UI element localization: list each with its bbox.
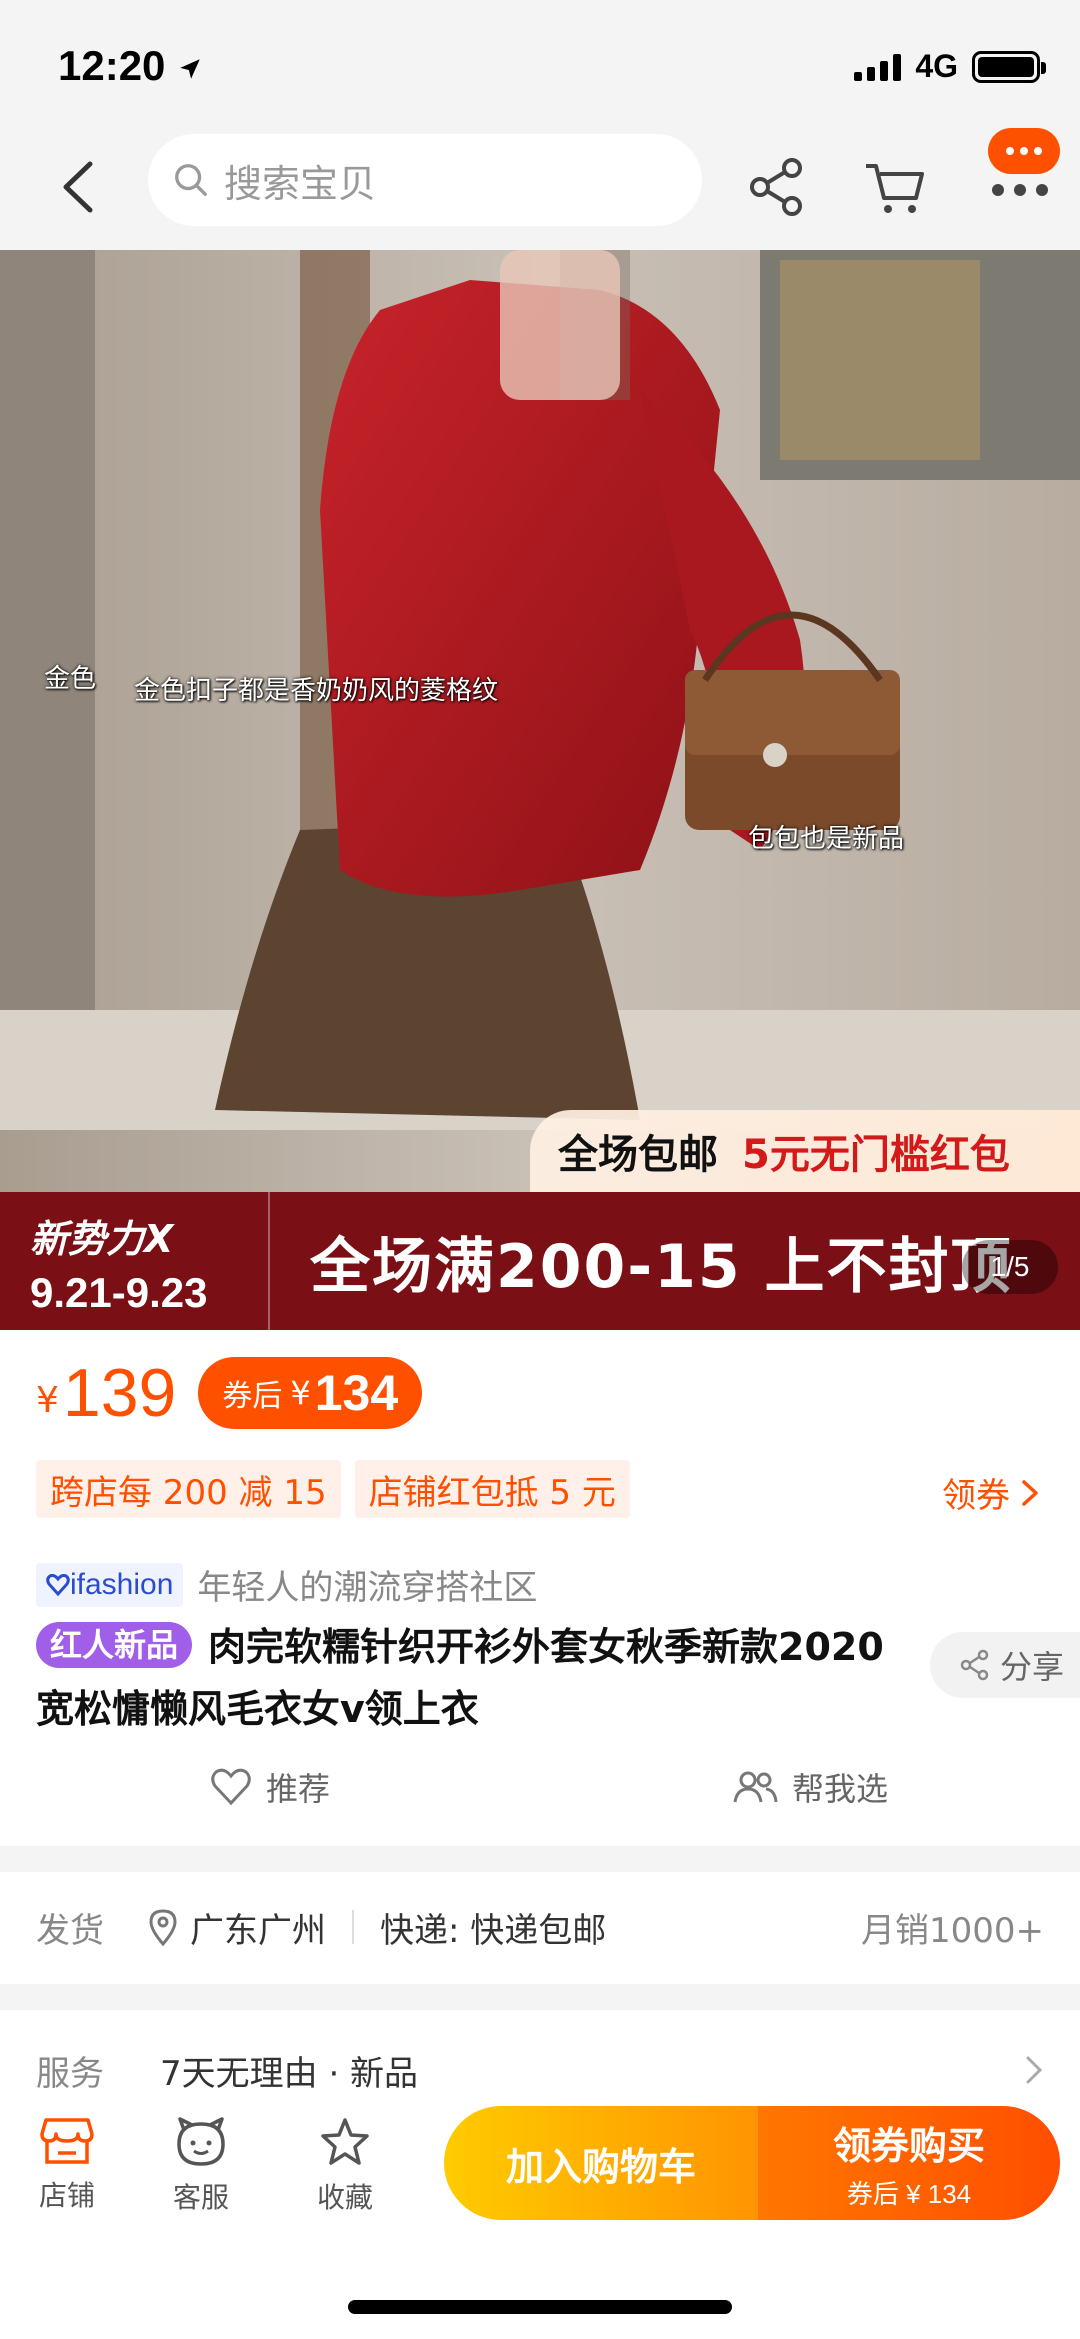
overlay-partial-caption: 金色 (44, 664, 97, 694)
service-label: 服务 (36, 2053, 104, 2094)
coupon-currency: ¥ (290, 1374, 311, 1412)
coupon-price-value: 134 (314, 1365, 399, 1421)
shipping-row[interactable]: 发货 广东广州 快递: 快递包邮 月销1000+ (0, 1876, 1080, 1978)
shipping-label: 发货 (36, 1910, 104, 1951)
search-placeholder: 搜索宝贝 (224, 161, 377, 206)
customer-service-button[interactable]: 客服 (146, 2116, 256, 2216)
people-icon (733, 1771, 778, 1803)
more-menu-button[interactable] (980, 128, 1060, 228)
price-value: 139 (62, 1355, 177, 1431)
favorite-button[interactable]: 收藏 (290, 2116, 400, 2216)
overlay-caption-buttons: 金色扣子都是香奶奶风的菱格纹 (134, 676, 499, 706)
share-small-icon (960, 1649, 989, 1681)
claim-coupon-label: 领券 (942, 1476, 1010, 1516)
time-text: 12:20 (58, 42, 166, 89)
product-title-block: 红人新品 肉完软糯针织开衫外套女秋季新款2020宽松慵懒风毛衣女v领上衣 (36, 1616, 906, 1740)
customer-service-label: 客服 (172, 2181, 229, 2214)
store-icon (40, 2118, 94, 2164)
star-icon (321, 2118, 369, 2165)
home-indicator[interactable] (348, 2300, 732, 2314)
heart-icon (211, 1768, 251, 1806)
brand-row[interactable]: ifashion 年轻人的潮流穿搭社区 (36, 1560, 537, 1609)
bottom-action-bar: 店铺 客服 收藏 加入购物车 领券购买 券后 ¥ 134 (0, 2090, 1080, 2339)
banner-main-text: 全场满200-15 上不封顶 (310, 1231, 1013, 1302)
location-pin-icon (149, 1909, 177, 1946)
help-choose-label: 帮我选 (791, 1770, 888, 1808)
favorite-label: 收藏 (316, 2181, 373, 2214)
signal-icon (854, 53, 902, 81)
customer-service-icon (177, 2117, 225, 2166)
share-label: 分享 (1000, 1648, 1065, 1686)
store-label: 店铺 (38, 2179, 95, 2212)
new-product-badge: 红人新品 (36, 1622, 193, 1668)
price-row: ¥ 139 券后 ¥ 134 (36, 1352, 423, 1434)
network-label: 4G (915, 48, 958, 84)
banner-brand-block: 新势力X 9.21-9.23 (0, 1192, 270, 1330)
ifashion-logo: ifashion (36, 1562, 184, 1607)
section-divider (0, 1846, 1080, 1872)
search-input[interactable]: 搜索宝贝 (148, 134, 702, 226)
help-choose-button[interactable]: 帮我选 (540, 1752, 1080, 1822)
monthly-sales: 月销1000+ (860, 1910, 1044, 1951)
claim-coupon-link[interactable]: 领券 (942, 1468, 1040, 1517)
promo-strip: 全场包邮 5元无门槛红包 (530, 1110, 1080, 1192)
add-to-cart-button[interactable]: 加入购物车 (444, 2106, 758, 2220)
cart-icon[interactable] (860, 152, 930, 222)
banner-dates: 9.21-9.23 (30, 1269, 208, 1316)
social-actions: 推荐 帮我选 (0, 1752, 1080, 1822)
back-icon[interactable] (52, 152, 112, 222)
image-pager: 1/5 (962, 1240, 1058, 1294)
buy-sub-label: 券后 ¥ 134 (846, 2179, 972, 2209)
message-badge (988, 128, 1060, 174)
brand-logo-text: ifashion (70, 1567, 174, 1601)
location-arrow-icon (180, 59, 200, 79)
recommend-label: 推荐 (265, 1770, 330, 1808)
coupon-price-badge: 券后 ¥ 134 (198, 1357, 423, 1429)
chevron-right-icon (1026, 2056, 1043, 2084)
share-button[interactable]: 分享 (930, 1632, 1080, 1698)
store-button[interactable]: 店铺 (12, 2116, 122, 2214)
recommend-button[interactable]: 推荐 (0, 1752, 540, 1822)
separator (352, 1910, 354, 1944)
brand-slogan: 年轻人的潮流穿搭社区 (197, 1568, 538, 1608)
heart-logo-icon (46, 1573, 70, 1596)
status-bar: 12:20 4G (0, 0, 1080, 130)
service-value: 7天无理由 · 新品 (160, 2053, 419, 2094)
promo-tag-cross-store[interactable]: 跨店每 200 减 15 (36, 1460, 341, 1518)
coupon-label: 券后 (222, 1379, 283, 1414)
section-divider (0, 1984, 1080, 2010)
currency-symbol: ¥ (36, 1379, 59, 1421)
express-info: 快递: 快递包邮 (380, 1910, 607, 1951)
overlay-caption-bag: 包包也是新品 (748, 824, 905, 854)
status-time: 12:20 (58, 42, 203, 90)
top-nav: 搜索宝贝 (0, 128, 1080, 250)
share-icon[interactable] (742, 152, 812, 222)
ship-from: 广东广州 (148, 1903, 326, 1952)
buy-with-coupon-button[interactable]: 领券购买 券后 ¥ 134 (758, 2106, 1060, 2220)
product-image[interactable]: 金色 金色扣子都是香奶奶风的菱格纹 包包也是新品 全场包邮 5元无门槛红包 新势… (0, 250, 1080, 1330)
promo-tags: 跨店每 200 减 15 店铺红包抵 5 元 (36, 1460, 630, 1518)
ship-location: 广东广州 (190, 1910, 326, 1951)
more-dots-icon (992, 184, 1048, 196)
chevron-right-icon (1022, 1479, 1038, 1506)
promo-tag-red-packet[interactable]: 店铺红包抵 5 元 (354, 1460, 630, 1518)
banner-brand: 新势力X (30, 1217, 174, 1261)
promo-banner: 新势力X 9.21-9.23 全场满200-15 上不封顶 (0, 1192, 1080, 1330)
battery-icon (972, 50, 1046, 83)
buy-label: 领券购买 (832, 2126, 985, 2168)
free-shipping-label: 全场包邮 (558, 1132, 718, 1178)
status-right: 4G (854, 48, 1046, 85)
search-icon (175, 164, 207, 196)
red-packet-label: 5元无门槛红包 (742, 1132, 1010, 1178)
